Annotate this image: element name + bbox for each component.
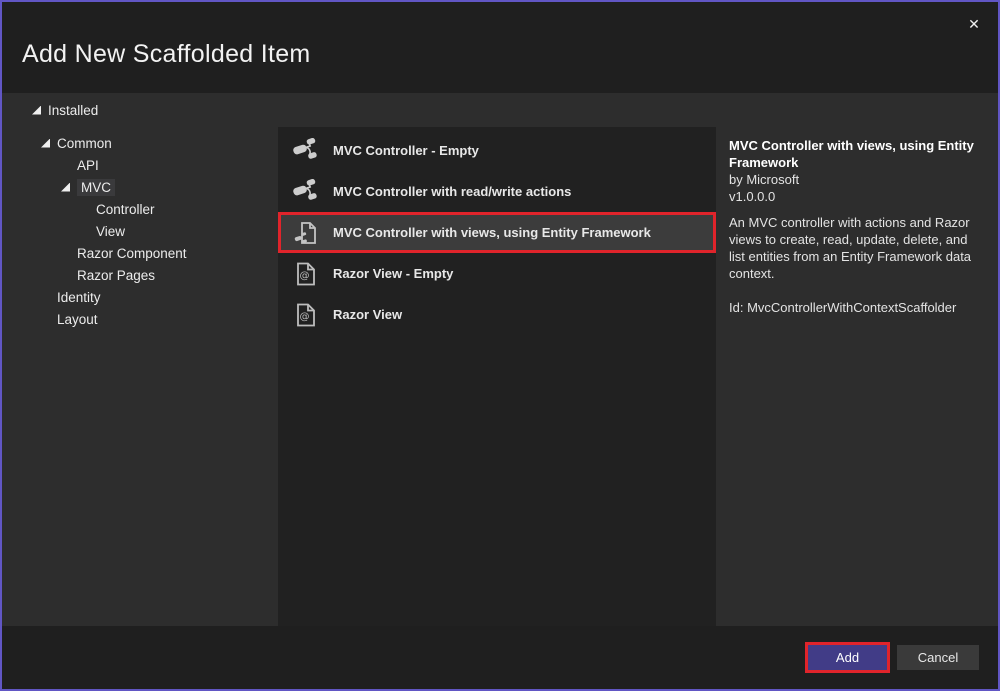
tree-item-mvc[interactable]: MVC — [2, 176, 278, 198]
list-item-razor-view-empty[interactable]: @ Razor View - Empty — [278, 253, 716, 294]
category-tree: Installed Common API MVC Controller View… — [2, 99, 278, 330]
list-item-razor-view[interactable]: @ Razor View — [278, 294, 716, 335]
details-description: An MVC controller with actions and Razor… — [729, 214, 984, 282]
tree-item-label: Installed — [48, 103, 98, 118]
details-version: v1.0.0.0 — [729, 188, 984, 205]
list-item-label: MVC Controller - Empty — [333, 143, 479, 158]
tree-item-identity[interactable]: Identity — [2, 286, 278, 308]
expander-icon[interactable] — [61, 183, 70, 192]
mvc-controller-icon — [293, 179, 319, 205]
dialog-footer: Add Cancel — [2, 626, 998, 689]
dialog-body: Installed Common API MVC Controller View… — [2, 93, 998, 626]
list-item-label: Razor View — [333, 307, 402, 322]
details-title: MVC Controller with views, using Entity … — [729, 137, 984, 171]
list-item-label: MVC Controller with read/write actions — [333, 184, 571, 199]
expander-icon[interactable] — [32, 106, 41, 115]
tree-item-label: API — [77, 158, 99, 173]
svg-text:@: @ — [300, 270, 310, 281]
list-item-label: MVC Controller with views, using Entity … — [333, 225, 651, 240]
razor-view-icon: @ — [293, 261, 319, 287]
tree-item-layout[interactable]: Layout — [2, 308, 278, 330]
list-item-mvc-controller-ef-selected[interactable]: MVC Controller with views, using Entity … — [278, 212, 716, 253]
list-item-mvc-controller-empty[interactable]: MVC Controller - Empty — [278, 130, 716, 171]
svg-text:@: @ — [300, 311, 310, 322]
tree-item-razor-pages[interactable]: Razor Pages — [2, 264, 278, 286]
details-scaffolder-id: Id: MvcControllerWithContextScaffolder — [729, 299, 984, 316]
tree-item-label: Controller — [96, 202, 155, 217]
tree-item-label-selected: MVC — [77, 179, 115, 196]
tree-item-label: Common — [57, 136, 112, 151]
list-item-mvc-controller-readwrite[interactable]: MVC Controller with read/write actions — [278, 171, 716, 212]
tree-item-controller[interactable]: Controller — [2, 198, 278, 220]
tree-item-label: View — [96, 224, 125, 239]
details-author: by Microsoft — [729, 171, 984, 188]
tree-item-api[interactable]: API — [2, 154, 278, 176]
tree-item-label: Layout — [57, 312, 98, 327]
template-details-panel: MVC Controller with views, using Entity … — [717, 93, 998, 626]
add-button-red-highlight: Add — [805, 642, 890, 673]
expander-icon[interactable] — [41, 139, 50, 148]
scaffold-template-list: MVC Controller - Empty MVC Controller wi… — [278, 127, 716, 626]
tree-item-label: Razor Pages — [77, 268, 155, 283]
razor-view-icon: @ — [293, 302, 319, 328]
add-button[interactable]: Add — [808, 645, 887, 670]
tree-item-razor-component[interactable]: Razor Component — [2, 242, 278, 264]
tree-item-installed[interactable]: Installed — [2, 99, 278, 121]
tree-item-view[interactable]: View — [2, 220, 278, 242]
dialog-title: Add New Scaffolded Item — [22, 40, 311, 69]
tree-item-common[interactable]: Common — [2, 132, 278, 154]
tree-item-label: Identity — [57, 290, 101, 305]
mvc-controller-ef-icon — [293, 220, 319, 246]
add-new-scaffolded-item-dialog: Add New Scaffolded Item ✕ Installed Comm… — [0, 0, 1000, 691]
list-item-label: Razor View - Empty — [333, 266, 453, 281]
tree-spacer — [2, 121, 278, 132]
close-icon[interactable]: ✕ — [962, 12, 986, 36]
cancel-button[interactable]: Cancel — [897, 645, 979, 670]
tree-item-label: Razor Component — [77, 246, 187, 261]
mvc-controller-icon — [293, 138, 319, 164]
